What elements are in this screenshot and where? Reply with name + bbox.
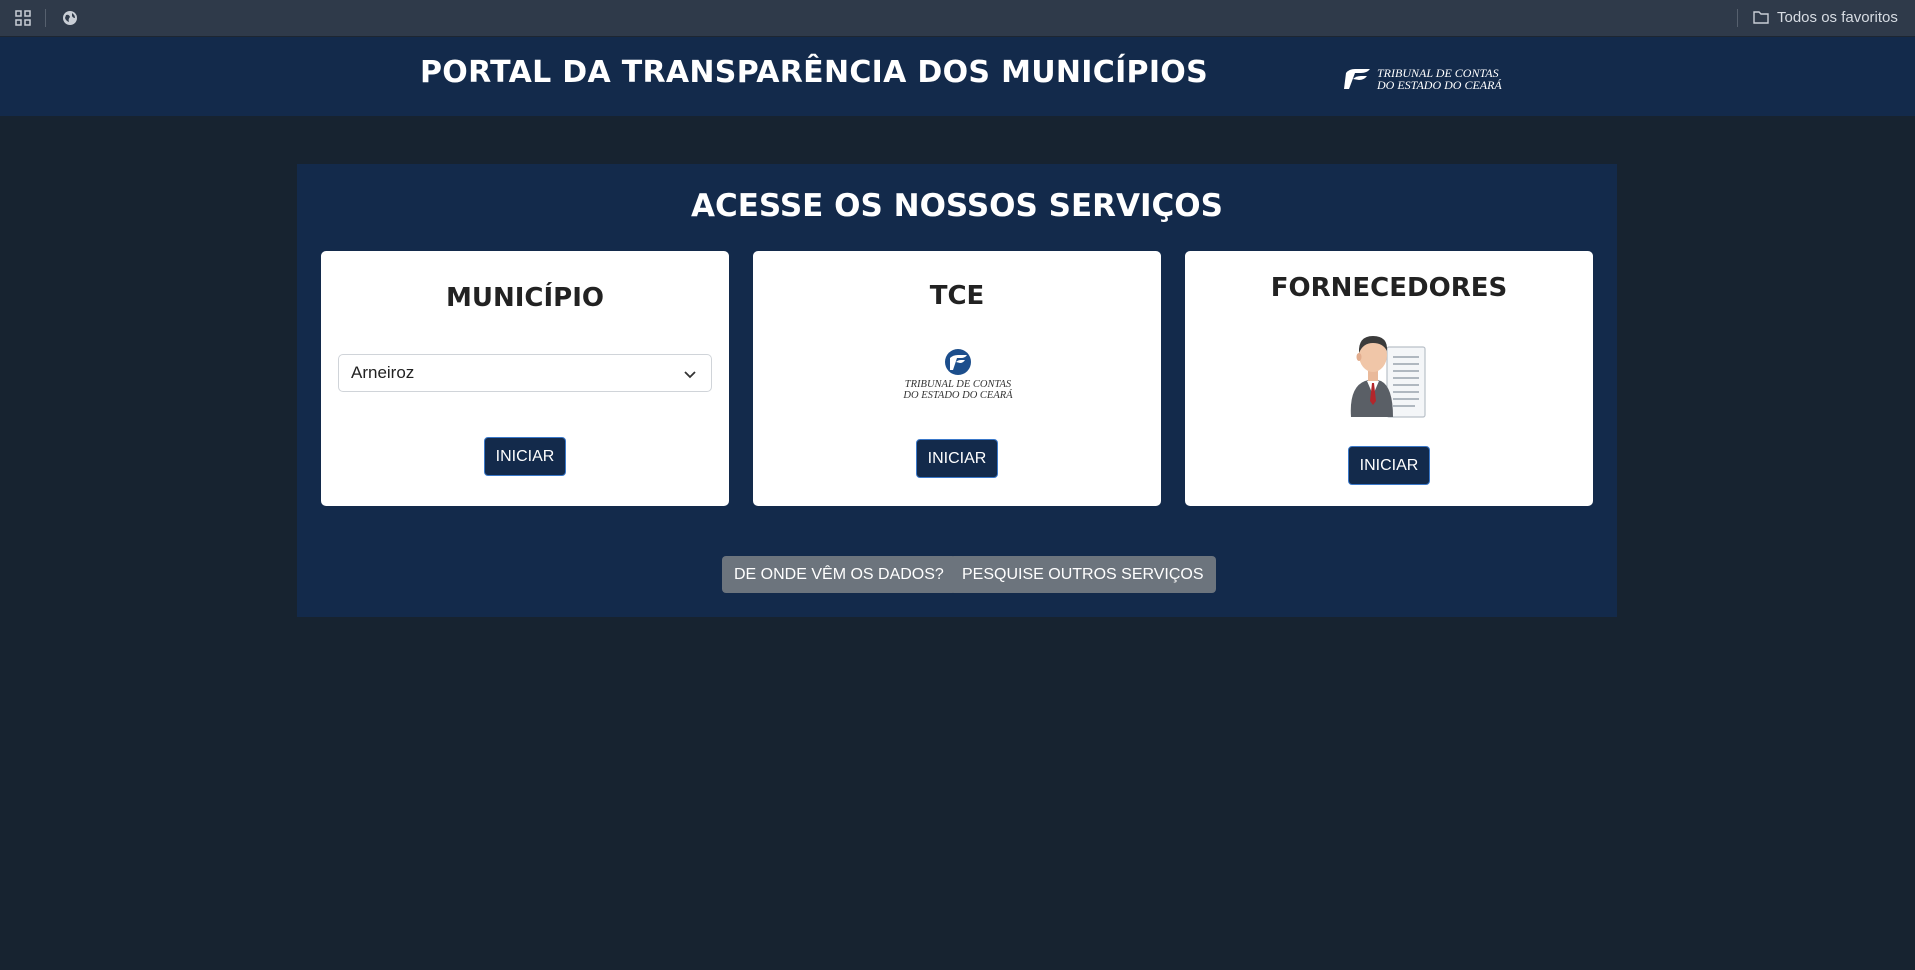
folder-icon — [1753, 11, 1769, 24]
tce-card: TCE TRIBUNAL DE CONTAS DO ESTADO DO CEAR… — [753, 251, 1161, 506]
tce-start-button[interactable]: INICIAR — [916, 439, 998, 478]
all-bookmarks-folder[interactable]: Todos os favoritos — [1752, 8, 1898, 26]
logo-line-2: DO ESTADO DO CEARÁ — [1377, 78, 1502, 92]
other-services-button[interactable]: PESQUISE OUTROS SERVIÇOS — [950, 556, 1216, 593]
fornecedores-title: FORNECEDORES — [1270, 273, 1508, 303]
fornecedores-start-button[interactable]: INICIAR — [1348, 446, 1430, 485]
site-header: PORTAL DA TRANSPARÊNCIA DOS MUNICÍPIOS T… — [0, 37, 1915, 116]
municipio-title: MUNICÍPIO — [445, 283, 604, 313]
tce-card-logo: TRIBUNAL DE CONTAS DO ESTADO DO CEARÁ — [903, 348, 1013, 404]
municipio-select[interactable]: Arneiroz — [338, 354, 712, 392]
bookmarks-separator — [1737, 9, 1738, 27]
bookmarks-bar: Todos os favoritos — [0, 0, 1915, 37]
chevron-down-icon — [684, 371, 696, 379]
tce-emblem-icon — [945, 349, 971, 375]
tce-card-logo-line-1: TRIBUNAL DE CONTAS — [904, 379, 1012, 390]
fornecedores-card: FORNECEDORES INICIAR — [1185, 251, 1593, 506]
tce-card-logo-text: TRIBUNAL DE CONTAS DO ESTADO DO CEARÁ — [903, 379, 1012, 401]
tce-logo-text: TRIBUNAL DE CONTAS DO ESTADO DO CEARÁ — [1377, 67, 1502, 91]
page-title: PORTAL DA TRANSPARÊNCIA DOS MUNICÍPIOS — [420, 55, 1208, 90]
all-bookmarks-label: Todos os favoritos — [1777, 8, 1898, 26]
tce-title: TCE — [929, 281, 985, 311]
municipio-card: MUNICÍPIO Arneiroz INICIAR — [321, 251, 729, 506]
data-source-button[interactable]: DE ONDE VÊM OS DADOS? — [722, 556, 956, 593]
tce-header-logo[interactable]: TRIBUNAL DE CONTAS DO ESTADO DO CEARÁ — [1343, 67, 1502, 91]
services-title: ACESSE OS NOSSOS SERVIÇOS — [691, 188, 1223, 224]
supplier-person-icon — [1350, 336, 1426, 418]
services-panel: ACESSE OS NOSSOS SERVIÇOS MUNICÍPIO Arne… — [297, 164, 1617, 617]
tce-logo-icon — [1344, 69, 1370, 89]
apps-grid-icon[interactable] — [14, 9, 32, 27]
municipio-selected-value: Arneiroz — [351, 363, 415, 382]
municipio-start-button[interactable]: INICIAR — [484, 437, 566, 476]
tce-card-logo-line-2: DO ESTADO DO CEARÁ — [903, 390, 1013, 401]
globe-icon[interactable] — [61, 9, 79, 27]
bookmarks-separator — [45, 9, 46, 27]
